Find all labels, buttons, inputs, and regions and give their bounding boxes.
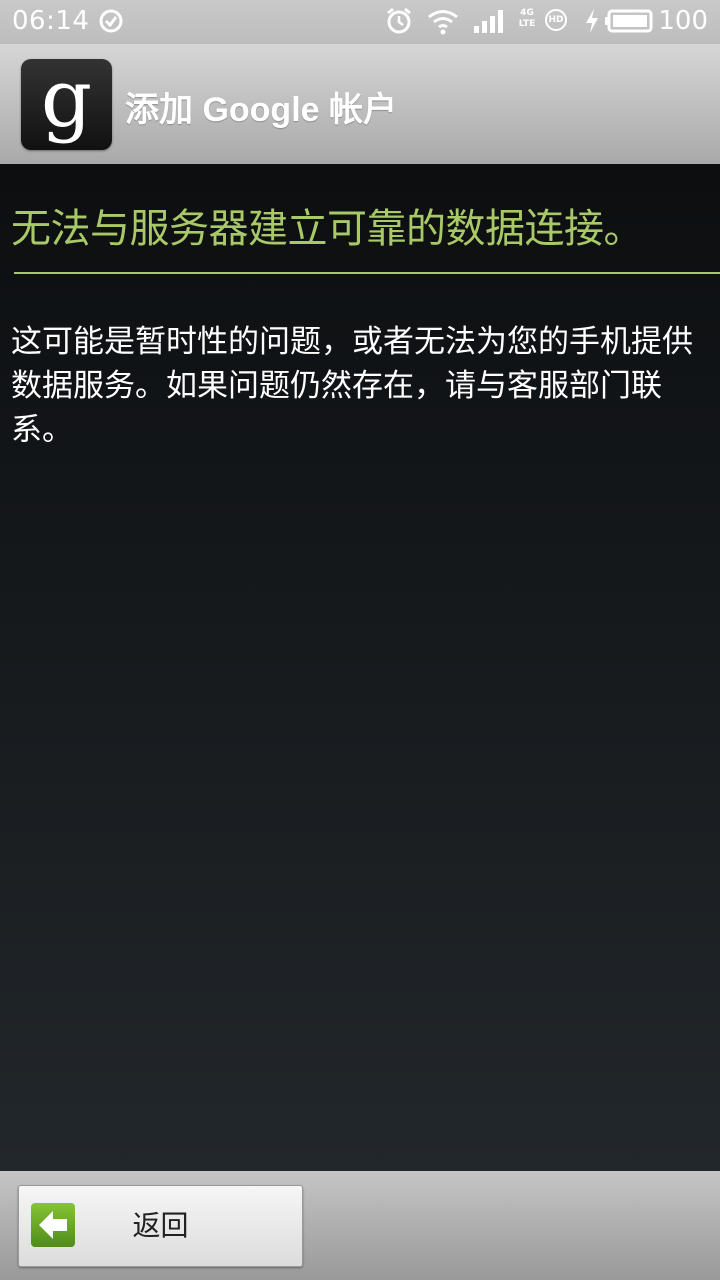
status-time: 06:14 xyxy=(12,6,90,36)
back-button[interactable]: 返回 xyxy=(18,1185,303,1267)
page-title: 添加 Google 帐户 xyxy=(125,91,397,129)
hd-icon: HD xyxy=(545,9,567,31)
signal-icon xyxy=(474,10,503,33)
title-divider xyxy=(14,272,720,274)
error-title: 无法与服务器建立可靠的数据连接。 xyxy=(11,206,644,252)
alarm-icon xyxy=(387,7,411,34)
battery-percent: 100 xyxy=(658,6,708,36)
content-area: 无法与服务器建立可靠的数据连接。 这可能是暂时性的问题，或者无法为您的手机提供数… xyxy=(0,164,720,1171)
error-message: 这可能是暂时性的问题，或者无法为您的手机提供数据服务。如果问题仍然存在，请与客服… xyxy=(11,324,693,448)
network-type-label: 4G LTE xyxy=(518,8,536,29)
wifi-icon xyxy=(428,10,458,35)
charging-icon xyxy=(586,9,598,33)
header: g 添加 Google 帐户 xyxy=(0,44,720,164)
bottom-bar: 返回 xyxy=(0,1171,720,1280)
status-bar: 06:14 4G LTE HD 100 xyxy=(0,0,720,44)
screen: 06:14 4G LTE HD 100 g 添加 Google 帐户 无法与服务… xyxy=(0,0,720,1280)
check-circle-icon xyxy=(99,9,123,33)
google-app-icon: g xyxy=(21,59,112,150)
back-button-label: 返回 xyxy=(132,1209,189,1242)
battery-icon xyxy=(605,9,653,33)
google-logo-letter: g xyxy=(40,52,93,145)
